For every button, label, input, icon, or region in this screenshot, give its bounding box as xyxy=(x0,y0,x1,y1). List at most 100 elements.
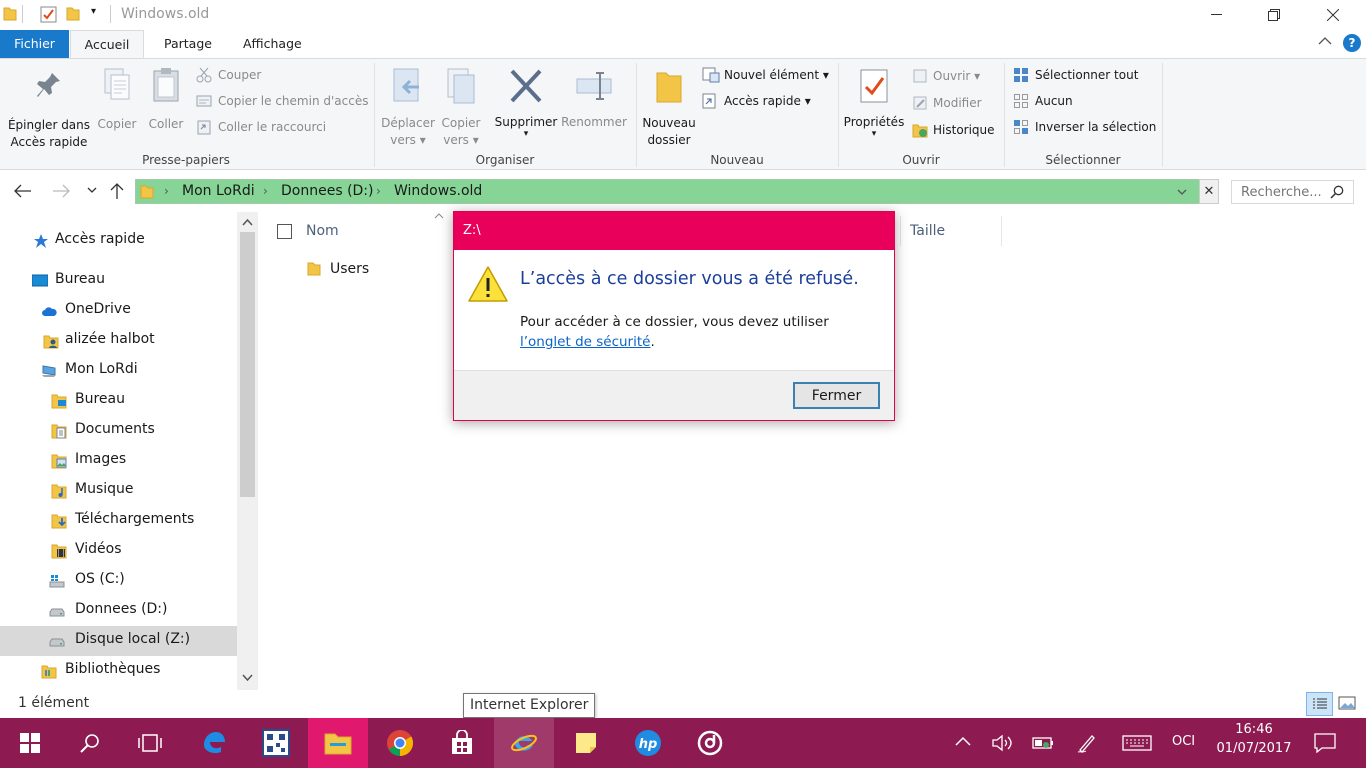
address-history-chevron-icon[interactable] xyxy=(1176,186,1188,198)
task-view-button[interactable] xyxy=(120,718,180,768)
cloud-icon xyxy=(42,307,57,316)
search-input[interactable] xyxy=(1241,183,1331,201)
address-bar[interactable]: › Mon LoRdi › Donnees (D:) › Windows.old xyxy=(135,179,1201,204)
tab-partage[interactable]: Partage xyxy=(147,30,229,58)
select-none-icon xyxy=(1014,94,1028,108)
file-name: Users xyxy=(330,261,370,277)
search-icon xyxy=(1330,185,1344,199)
nav-item-drive-c[interactable]: OS (C:) xyxy=(0,566,237,596)
start-button[interactable] xyxy=(0,718,60,768)
paste-shortcut-icon xyxy=(197,120,211,135)
touch-keyboard-icon[interactable] xyxy=(1122,735,1152,751)
taskbar-sticky-notes[interactable] xyxy=(556,718,616,768)
nav-item-pc-desktop[interactable]: Bureau xyxy=(0,386,237,416)
show-hidden-icons-chevron[interactable] xyxy=(955,736,971,746)
taskbar-internet-explorer[interactable] xyxy=(494,718,554,768)
battery-icon[interactable] xyxy=(1032,736,1054,750)
help-icon[interactable]: ? xyxy=(1343,34,1361,52)
address-clear-button[interactable]: ✕ xyxy=(1199,179,1219,204)
nav-item-user[interactable]: alizée halbot xyxy=(0,326,237,356)
pen-workspace-icon[interactable] xyxy=(1076,732,1098,754)
properties-quick-icon[interactable] xyxy=(40,6,57,23)
clock-date: 01/07/2017 xyxy=(1216,741,1292,756)
computer-icon xyxy=(42,365,56,377)
folder-icon xyxy=(307,262,321,276)
nav-item-computer[interactable]: Mon LoRdi xyxy=(0,356,237,386)
copy-to-button[interactable]: Copier vers ▾ xyxy=(436,65,486,149)
pin-label-1: Épingler dans xyxy=(7,118,91,132)
taskbar: hp OCI 16:46 01/07/2017 xyxy=(0,718,1366,768)
taskbar-hp[interactable]: hp xyxy=(618,718,678,768)
recent-locations-chevron-icon[interactable] xyxy=(86,184,98,196)
window-title: Windows.old xyxy=(121,6,210,22)
move-label-2: vers xyxy=(390,133,416,147)
nav-item-onedrive[interactable]: OneDrive xyxy=(0,296,237,326)
restore-button[interactable] xyxy=(1251,0,1297,30)
breadcrumb-chevron-icon[interactable]: › xyxy=(263,184,268,198)
taskbar-file-explorer[interactable] xyxy=(308,718,368,768)
copy-button[interactable]: Copier xyxy=(97,65,137,131)
taskbar-app-qr[interactable] xyxy=(246,718,306,768)
column-size-header[interactable]: Taille xyxy=(910,223,945,239)
tab-fichier[interactable]: Fichier xyxy=(0,30,69,58)
security-tab-link[interactable]: l’onglet de sécurité xyxy=(520,334,650,350)
collapse-ribbon-icon[interactable] xyxy=(1318,36,1332,46)
new-folder-quick-icon[interactable] xyxy=(66,6,80,22)
forward-arrow-icon[interactable] xyxy=(52,184,70,198)
large-icons-view-button[interactable] xyxy=(1338,696,1356,710)
move-to-button[interactable]: Déplacer vers ▾ xyxy=(378,65,438,149)
breadcrumb-donnees[interactable]: Donnees (D:) xyxy=(281,183,373,199)
search-box[interactable] xyxy=(1231,180,1354,204)
taskbar-chrome[interactable] xyxy=(370,718,430,768)
taskbar-edge[interactable] xyxy=(184,718,244,768)
rename-button[interactable]: Renommer xyxy=(560,65,628,129)
nav-item-downloads[interactable]: Téléchargements xyxy=(0,506,237,536)
details-view-button[interactable] xyxy=(1306,692,1333,716)
scroll-up-icon[interactable] xyxy=(242,218,253,226)
quick-access-dropdown-icon[interactable]: ▾ xyxy=(91,6,96,17)
close-button[interactable] xyxy=(1310,0,1356,30)
breadcrumb-mon-lordi[interactable]: Mon LoRdi xyxy=(182,183,255,199)
nav-item-quick-access[interactable]: Accès rapide xyxy=(0,226,237,256)
nav-scrollbar[interactable] xyxy=(237,212,258,690)
copy-path-label: Copier le chemin d'accès xyxy=(218,94,369,108)
folder-icon xyxy=(3,6,17,22)
paste-button[interactable]: Coller xyxy=(145,65,187,131)
invert-selection-label: Inverser la sélection xyxy=(1035,120,1157,134)
nav-item-videos[interactable]: Vidéos xyxy=(0,536,237,566)
nav-item-libraries[interactable]: Bibliothèques xyxy=(0,656,237,686)
select-all-checkbox[interactable] xyxy=(277,224,292,239)
taskbar-groove[interactable] xyxy=(680,718,740,768)
search-taskbar-button[interactable] xyxy=(60,718,120,768)
column-name-header[interactable]: Nom xyxy=(306,223,339,239)
nav-item-documents[interactable]: Documents xyxy=(0,416,237,446)
nav-item-desktop[interactable]: Bureau xyxy=(0,266,237,296)
tab-accueil[interactable]: Accueil xyxy=(70,30,144,59)
properties-button[interactable]: Propriétés ▾ xyxy=(842,65,906,139)
nav-item-drive-d[interactable]: Donnees (D:) xyxy=(0,596,237,626)
new-folder-button[interactable]: Nouveau dossier xyxy=(640,65,698,149)
copyto-label-1: Copier xyxy=(441,116,481,130)
back-arrow-icon[interactable] xyxy=(14,184,32,198)
nav-item-images[interactable]: Images xyxy=(0,446,237,476)
scroll-down-icon[interactable] xyxy=(242,674,253,682)
taskbar-store[interactable] xyxy=(432,718,492,768)
nav-scroll-thumb[interactable] xyxy=(240,232,255,497)
close-dialog-button[interactable]: Fermer xyxy=(793,382,880,409)
desktop-folder-icon xyxy=(51,394,67,409)
volume-icon[interactable] xyxy=(991,734,1013,752)
ribbon: Épingler dans Accès rapide Copier Coller … xyxy=(0,58,1366,170)
breadcrumb-chevron-icon[interactable]: › xyxy=(376,184,381,198)
nav-item-music[interactable]: Musique xyxy=(0,476,237,506)
up-arrow-icon[interactable] xyxy=(110,182,124,200)
breadcrumb-chevron-icon[interactable]: › xyxy=(164,184,169,198)
delete-button[interactable]: Supprimer ▾ xyxy=(494,65,558,139)
pin-quick-access-button[interactable]: Épingler dans Accès rapide xyxy=(4,65,94,151)
action-center-icon[interactable] xyxy=(1314,733,1336,753)
minimize-button[interactable] xyxy=(1194,0,1240,30)
tab-affichage[interactable]: Affichage xyxy=(226,30,319,58)
breadcrumb-windows-old[interactable]: Windows.old xyxy=(394,183,482,199)
nav-item-drive-z[interactable]: Disque local (Z:) xyxy=(0,626,237,656)
clock[interactable]: 16:46 01/07/2017 xyxy=(1212,722,1296,756)
input-language[interactable]: OCI xyxy=(1172,734,1195,749)
